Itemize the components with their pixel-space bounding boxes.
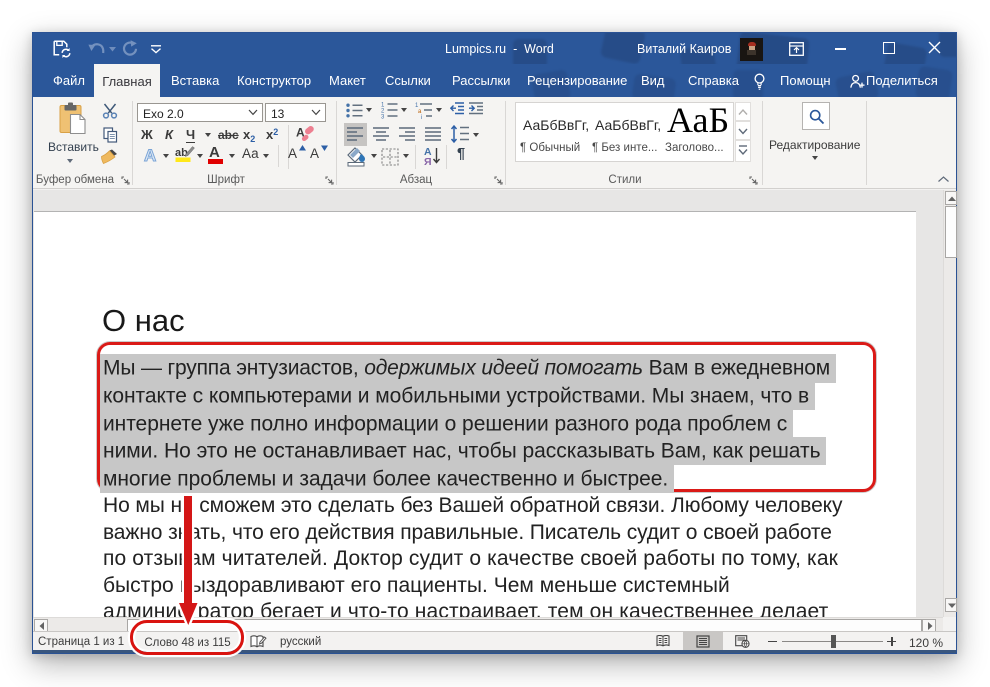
svg-text:i: i xyxy=(421,115,422,119)
svg-text:A: A xyxy=(144,146,156,165)
svg-text:3: 3 xyxy=(381,115,385,120)
svg-text:Я: Я xyxy=(424,156,432,166)
svg-text:ab: ab xyxy=(175,147,188,159)
